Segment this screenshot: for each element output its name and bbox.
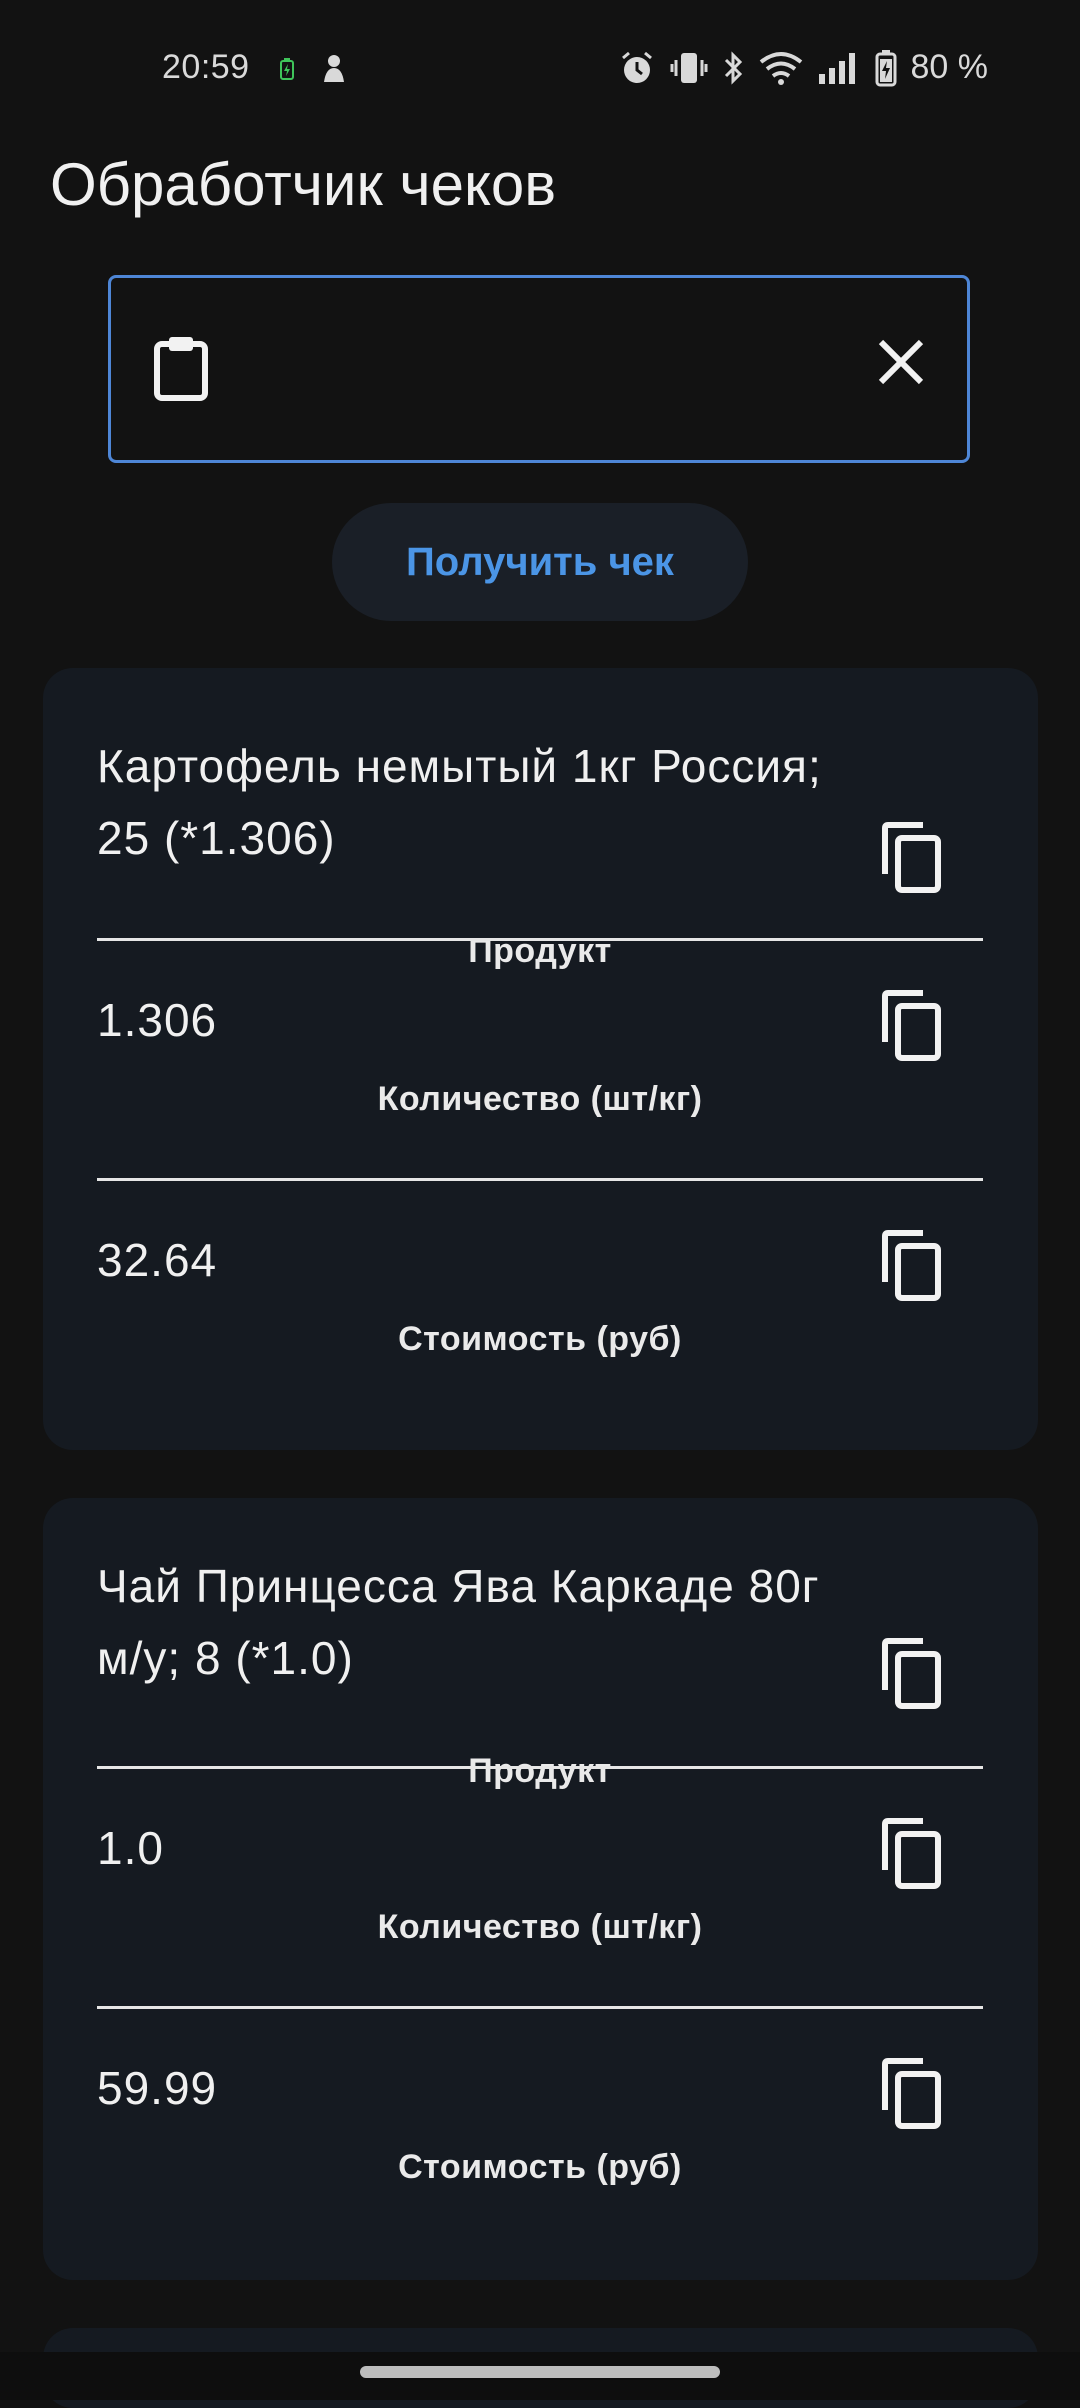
cost-row: 59.99 Стоимость (руб) bbox=[97, 2038, 983, 2218]
alarm-icon bbox=[619, 50, 655, 86]
product-row: Чай Принцесса Ява Каркаде 80г м/у; 8 (*1… bbox=[97, 1550, 983, 1790]
quantity-row: 1.0 Количество (шт/кг) bbox=[97, 1798, 983, 1978]
copy-icon[interactable] bbox=[881, 2058, 943, 2130]
receipt-item-card: Чай Принцесса Ява Каркаде 80г м/у; 8 (*1… bbox=[43, 1498, 1038, 2280]
copy-icon[interactable] bbox=[881, 990, 943, 1062]
divider bbox=[97, 2006, 983, 2009]
divider bbox=[97, 1766, 983, 1769]
clear-close-icon[interactable] bbox=[877, 338, 925, 386]
divider bbox=[97, 938, 983, 941]
wifi-icon bbox=[759, 50, 803, 86]
receipt-item-card: Картофель немытый 1кг Россия; 25 (*1.306… bbox=[43, 668, 1038, 1450]
home-gesture-handle[interactable] bbox=[360, 2366, 720, 2378]
app-notification-icon bbox=[320, 54, 348, 84]
cost-row: 32.64 Стоимость (руб) bbox=[97, 1210, 983, 1390]
bluetooth-icon bbox=[723, 50, 745, 86]
vibrate-icon bbox=[669, 50, 709, 86]
battery-icon bbox=[875, 49, 897, 87]
product-name: Чай Принцесса Ява Каркаде 80г м/у; 8 (*1… bbox=[97, 1560, 820, 1684]
copy-icon[interactable] bbox=[881, 822, 943, 894]
quantity-value: 1.306 bbox=[97, 994, 218, 1046]
battery-charging-icon bbox=[280, 58, 294, 80]
copy-icon[interactable] bbox=[881, 1638, 943, 1710]
product-name: Картофель немытый 1кг Россия; 25 (*1.306… bbox=[97, 740, 822, 864]
receipt-input[interactable] bbox=[221, 328, 845, 410]
quantity-caption: Количество (шт/кг) bbox=[377, 1908, 703, 1946]
quantity-value: 1.0 bbox=[97, 1822, 164, 1874]
paste-clipboard-icon[interactable] bbox=[151, 334, 211, 402]
product-row: Картофель немытый 1кг Россия; 25 (*1.306… bbox=[97, 730, 983, 970]
quantity-row: 1.306 Количество (шт/кг) bbox=[97, 970, 983, 1150]
copy-icon[interactable] bbox=[881, 1818, 943, 1890]
status-bar: 20:59 80 % bbox=[0, 0, 1080, 140]
copy-icon[interactable] bbox=[881, 1230, 943, 1302]
status-time: 20:59 bbox=[162, 48, 250, 86]
get-receipt-button[interactable]: Получить чек bbox=[332, 503, 748, 621]
product-caption: Продукт bbox=[468, 1752, 612, 1790]
cost-caption: Стоимость (руб) bbox=[398, 1320, 682, 1358]
cost-value: 32.64 bbox=[97, 1234, 218, 1286]
battery-percent: 80 % bbox=[910, 48, 989, 86]
quantity-caption: Количество (шт/кг) bbox=[377, 1080, 703, 1118]
cost-value: 59.99 bbox=[97, 2062, 218, 2114]
signal-icon bbox=[817, 50, 861, 86]
page-title: Обработчик чеков bbox=[50, 151, 557, 218]
receipt-input-field[interactable] bbox=[108, 275, 970, 463]
cost-caption: Стоимость (руб) bbox=[398, 2148, 682, 2186]
divider bbox=[97, 1178, 983, 1181]
